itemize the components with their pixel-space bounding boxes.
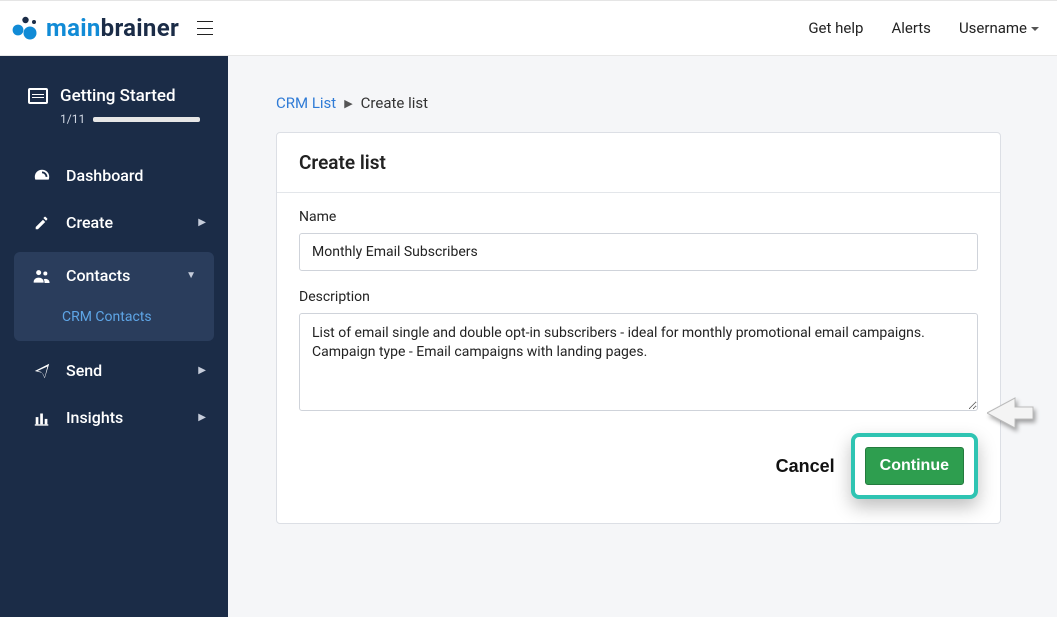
- topbar-left: mainbrainer: [12, 14, 213, 42]
- alerts-link[interactable]: Alerts: [891, 19, 931, 37]
- sidebar-item-insights[interactable]: Insights ▶: [0, 394, 228, 441]
- breadcrumb: CRM List ▶ Create list: [276, 94, 1001, 112]
- logo-mark-icon: [12, 14, 40, 42]
- chevron-right-icon: ▶: [198, 365, 206, 376]
- sidebar-item-label: Dashboard: [66, 166, 143, 185]
- chart-icon: [32, 409, 52, 427]
- chevron-right-icon: ▶: [198, 412, 206, 423]
- chevron-right-icon: ▶: [198, 217, 206, 228]
- continue-button[interactable]: Continue: [865, 447, 964, 485]
- sidebar-item-label: Insights: [66, 408, 123, 427]
- name-label: Name: [299, 209, 978, 225]
- menu-toggle-icon[interactable]: [197, 21, 213, 35]
- description-group: Description List of email single and dou…: [299, 289, 978, 415]
- sidebar-item-contacts-block: Contacts ▼ CRM Contacts: [14, 252, 214, 341]
- getting-started-progress: 1/11: [60, 112, 200, 126]
- card-actions: Cancel Continue: [299, 433, 978, 499]
- caret-down-icon: [1031, 27, 1039, 31]
- sidebar-item-label: Create: [66, 213, 113, 232]
- description-textarea[interactable]: List of email single and double opt-in s…: [299, 313, 978, 411]
- sidebar-subitem-label: CRM Contacts: [62, 309, 152, 325]
- dashboard-icon: [32, 167, 52, 185]
- create-list-card: Create list Name Description List of ema…: [276, 132, 1001, 524]
- get-help-link[interactable]: Get help: [808, 19, 863, 37]
- progress-bar: [93, 117, 200, 122]
- top-bar: mainbrainer Get help Alerts Username: [0, 0, 1057, 56]
- getting-started-label: Getting Started: [60, 86, 176, 106]
- users-icon: [32, 267, 52, 285]
- topbar-right: Get help Alerts Username: [808, 19, 1039, 37]
- cancel-button[interactable]: Cancel: [766, 448, 845, 485]
- getting-started-block[interactable]: Getting Started 1/11: [0, 86, 228, 152]
- sidebar-item-dashboard[interactable]: Dashboard: [0, 152, 228, 199]
- name-input[interactable]: [299, 233, 978, 271]
- logo-text-main: main: [46, 14, 101, 42]
- sidebar-item-label: Contacts: [66, 266, 130, 285]
- sidebar-nav: Dashboard Create ▶ Contacts ▼ CRM: [0, 152, 228, 441]
- sidebar-item-label: Send: [66, 361, 102, 380]
- paper-plane-icon: [32, 362, 52, 380]
- breadcrumb-crm-list[interactable]: CRM List: [276, 94, 336, 112]
- breadcrumb-separator-icon: ▶: [344, 97, 352, 110]
- main-layout: Getting Started 1/11 Dashboard Creat: [0, 56, 1057, 617]
- sidebar: Getting Started 1/11 Dashboard Creat: [0, 56, 228, 617]
- card-title: Create list: [277, 133, 1000, 193]
- tutorial-arrow-icon: [987, 396, 1035, 434]
- sidebar-item-create[interactable]: Create ▶: [0, 199, 228, 246]
- logo-text: mainbrainer: [46, 14, 179, 42]
- name-group: Name: [299, 209, 978, 271]
- sidebar-item-send[interactable]: Send ▶: [0, 347, 228, 394]
- getting-started-icon: [28, 88, 48, 104]
- chevron-down-icon: ▼: [186, 270, 196, 281]
- description-label: Description: [299, 289, 978, 305]
- sidebar-subitem-crm-contacts[interactable]: CRM Contacts: [14, 299, 214, 341]
- pencil-icon: [32, 214, 52, 232]
- progress-text: 1/11: [60, 112, 85, 126]
- breadcrumb-create-list: Create list: [361, 94, 428, 112]
- logo-text-brainer: brainer: [101, 14, 179, 42]
- continue-highlight: Continue: [851, 433, 978, 499]
- card-body: Name Description List of email single an…: [277, 193, 1000, 523]
- content-area: CRM List ▶ Create list Create list Name …: [228, 56, 1057, 617]
- sidebar-item-contacts[interactable]: Contacts ▼: [14, 252, 214, 299]
- app-logo[interactable]: mainbrainer: [12, 14, 179, 42]
- username-label: Username: [959, 19, 1027, 37]
- user-menu[interactable]: Username: [959, 19, 1039, 37]
